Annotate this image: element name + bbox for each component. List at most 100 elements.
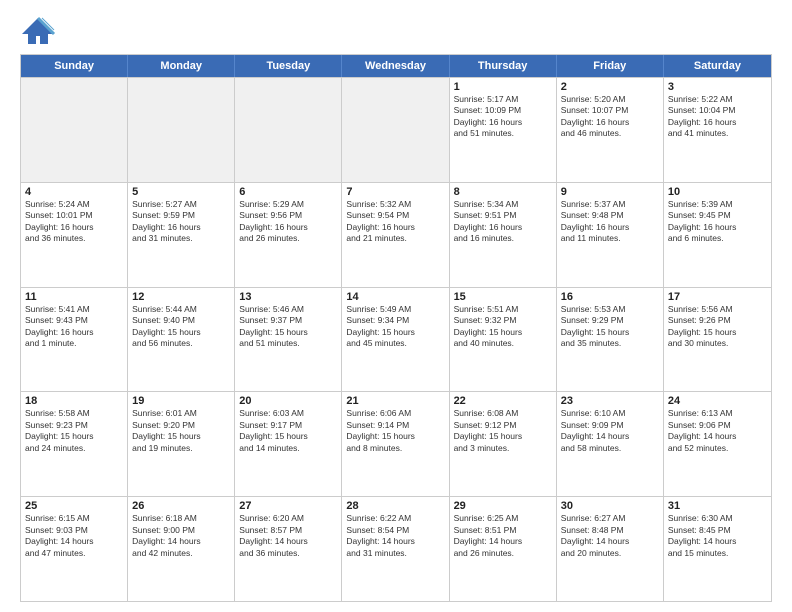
day-number: 17 (668, 291, 767, 303)
cell-text: Sunrise: 6:27 AM Sunset: 8:48 PM Dayligh… (561, 513, 659, 559)
day-number: 29 (454, 500, 552, 512)
day-number: 18 (25, 395, 123, 407)
calendar-row: 4Sunrise: 5:24 AM Sunset: 10:01 PM Dayli… (21, 182, 771, 287)
cell-text: Sunrise: 6:30 AM Sunset: 8:45 PM Dayligh… (668, 513, 767, 559)
calendar-cell: 26Sunrise: 6:18 AM Sunset: 9:00 PM Dayli… (128, 497, 235, 601)
calendar-cell: 20Sunrise: 6:03 AM Sunset: 9:17 PM Dayli… (235, 392, 342, 496)
day-number: 15 (454, 291, 552, 303)
day-number: 1 (454, 81, 552, 93)
day-number: 20 (239, 395, 337, 407)
cell-text: Sunrise: 5:37 AM Sunset: 9:48 PM Dayligh… (561, 199, 659, 245)
calendar-cell: 28Sunrise: 6:22 AM Sunset: 8:54 PM Dayli… (342, 497, 449, 601)
calendar-cell (235, 78, 342, 182)
cell-text: Sunrise: 5:56 AM Sunset: 9:26 PM Dayligh… (668, 304, 767, 350)
cell-text: Sunrise: 5:32 AM Sunset: 9:54 PM Dayligh… (346, 199, 444, 245)
calendar-cell: 17Sunrise: 5:56 AM Sunset: 9:26 PM Dayli… (664, 288, 771, 392)
calendar-cell: 27Sunrise: 6:20 AM Sunset: 8:57 PM Dayli… (235, 497, 342, 601)
calendar-cell: 14Sunrise: 5:49 AM Sunset: 9:34 PM Dayli… (342, 288, 449, 392)
calendar-cell: 24Sunrise: 6:13 AM Sunset: 9:06 PM Dayli… (664, 392, 771, 496)
cell-text: Sunrise: 6:03 AM Sunset: 9:17 PM Dayligh… (239, 408, 337, 454)
cal-header-cell: Friday (557, 55, 664, 77)
day-number: 19 (132, 395, 230, 407)
day-number: 21 (346, 395, 444, 407)
day-number: 25 (25, 500, 123, 512)
calendar-cell: 11Sunrise: 5:41 AM Sunset: 9:43 PM Dayli… (21, 288, 128, 392)
day-number: 2 (561, 81, 659, 93)
calendar-cell: 15Sunrise: 5:51 AM Sunset: 9:32 PM Dayli… (450, 288, 557, 392)
header (20, 16, 772, 46)
calendar-cell (21, 78, 128, 182)
cell-text: Sunrise: 6:06 AM Sunset: 9:14 PM Dayligh… (346, 408, 444, 454)
cell-text: Sunrise: 5:53 AM Sunset: 9:29 PM Dayligh… (561, 304, 659, 350)
cal-header-cell: Saturday (664, 55, 771, 77)
day-number: 5 (132, 186, 230, 198)
calendar-cell: 21Sunrise: 6:06 AM Sunset: 9:14 PM Dayli… (342, 392, 449, 496)
calendar-cell: 10Sunrise: 5:39 AM Sunset: 9:45 PM Dayli… (664, 183, 771, 287)
calendar-cell: 18Sunrise: 5:58 AM Sunset: 9:23 PM Dayli… (21, 392, 128, 496)
cell-text: Sunrise: 5:44 AM Sunset: 9:40 PM Dayligh… (132, 304, 230, 350)
calendar-cell: 7Sunrise: 5:32 AM Sunset: 9:54 PM Daylig… (342, 183, 449, 287)
calendar-cell: 22Sunrise: 6:08 AM Sunset: 9:12 PM Dayli… (450, 392, 557, 496)
day-number: 6 (239, 186, 337, 198)
cell-text: Sunrise: 6:18 AM Sunset: 9:00 PM Dayligh… (132, 513, 230, 559)
calendar-cell: 1Sunrise: 5:17 AM Sunset: 10:09 PM Dayli… (450, 78, 557, 182)
cell-text: Sunrise: 5:51 AM Sunset: 9:32 PM Dayligh… (454, 304, 552, 350)
cell-text: Sunrise: 6:22 AM Sunset: 8:54 PM Dayligh… (346, 513, 444, 559)
cell-text: Sunrise: 5:39 AM Sunset: 9:45 PM Dayligh… (668, 199, 767, 245)
logo-icon (20, 16, 56, 46)
calendar-cell: 5Sunrise: 5:27 AM Sunset: 9:59 PM Daylig… (128, 183, 235, 287)
calendar-cell (128, 78, 235, 182)
cell-text: Sunrise: 6:25 AM Sunset: 8:51 PM Dayligh… (454, 513, 552, 559)
calendar-body: 1Sunrise: 5:17 AM Sunset: 10:09 PM Dayli… (21, 77, 771, 601)
cal-header-cell: Sunday (21, 55, 128, 77)
cell-text: Sunrise: 5:22 AM Sunset: 10:04 PM Daylig… (668, 94, 767, 140)
cell-text: Sunrise: 6:10 AM Sunset: 9:09 PM Dayligh… (561, 408, 659, 454)
day-number: 7 (346, 186, 444, 198)
cell-text: Sunrise: 5:24 AM Sunset: 10:01 PM Daylig… (25, 199, 123, 245)
day-number: 13 (239, 291, 337, 303)
cal-header-cell: Wednesday (342, 55, 449, 77)
day-number: 26 (132, 500, 230, 512)
calendar-cell: 8Sunrise: 5:34 AM Sunset: 9:51 PM Daylig… (450, 183, 557, 287)
calendar: SundayMondayTuesdayWednesdayThursdayFrid… (20, 54, 772, 602)
cell-text: Sunrise: 5:34 AM Sunset: 9:51 PM Dayligh… (454, 199, 552, 245)
calendar-cell: 19Sunrise: 6:01 AM Sunset: 9:20 PM Dayli… (128, 392, 235, 496)
day-number: 3 (668, 81, 767, 93)
calendar-cell: 25Sunrise: 6:15 AM Sunset: 9:03 PM Dayli… (21, 497, 128, 601)
day-number: 30 (561, 500, 659, 512)
day-number: 16 (561, 291, 659, 303)
cell-text: Sunrise: 5:46 AM Sunset: 9:37 PM Dayligh… (239, 304, 337, 350)
calendar-cell: 16Sunrise: 5:53 AM Sunset: 9:29 PM Dayli… (557, 288, 664, 392)
calendar-cell: 23Sunrise: 6:10 AM Sunset: 9:09 PM Dayli… (557, 392, 664, 496)
calendar-row: 18Sunrise: 5:58 AM Sunset: 9:23 PM Dayli… (21, 391, 771, 496)
cell-text: Sunrise: 5:41 AM Sunset: 9:43 PM Dayligh… (25, 304, 123, 350)
day-number: 27 (239, 500, 337, 512)
cell-text: Sunrise: 6:01 AM Sunset: 9:20 PM Dayligh… (132, 408, 230, 454)
day-number: 31 (668, 500, 767, 512)
day-number: 12 (132, 291, 230, 303)
logo (20, 16, 60, 46)
day-number: 4 (25, 186, 123, 198)
calendar-row: 25Sunrise: 6:15 AM Sunset: 9:03 PM Dayli… (21, 496, 771, 601)
cell-text: Sunrise: 6:08 AM Sunset: 9:12 PM Dayligh… (454, 408, 552, 454)
calendar-cell (342, 78, 449, 182)
calendar-cell: 31Sunrise: 6:30 AM Sunset: 8:45 PM Dayli… (664, 497, 771, 601)
cell-text: Sunrise: 6:13 AM Sunset: 9:06 PM Dayligh… (668, 408, 767, 454)
calendar-row: 11Sunrise: 5:41 AM Sunset: 9:43 PM Dayli… (21, 287, 771, 392)
cell-text: Sunrise: 6:20 AM Sunset: 8:57 PM Dayligh… (239, 513, 337, 559)
day-number: 14 (346, 291, 444, 303)
cal-header-cell: Monday (128, 55, 235, 77)
day-number: 22 (454, 395, 552, 407)
cell-text: Sunrise: 5:29 AM Sunset: 9:56 PM Dayligh… (239, 199, 337, 245)
calendar-cell: 13Sunrise: 5:46 AM Sunset: 9:37 PM Dayli… (235, 288, 342, 392)
calendar-cell: 6Sunrise: 5:29 AM Sunset: 9:56 PM Daylig… (235, 183, 342, 287)
cell-text: Sunrise: 5:49 AM Sunset: 9:34 PM Dayligh… (346, 304, 444, 350)
day-number: 23 (561, 395, 659, 407)
day-number: 28 (346, 500, 444, 512)
cal-header-cell: Tuesday (235, 55, 342, 77)
calendar-cell: 9Sunrise: 5:37 AM Sunset: 9:48 PM Daylig… (557, 183, 664, 287)
cell-text: Sunrise: 5:17 AM Sunset: 10:09 PM Daylig… (454, 94, 552, 140)
calendar-header-row: SundayMondayTuesdayWednesdayThursdayFrid… (21, 55, 771, 77)
calendar-cell: 4Sunrise: 5:24 AM Sunset: 10:01 PM Dayli… (21, 183, 128, 287)
day-number: 24 (668, 395, 767, 407)
